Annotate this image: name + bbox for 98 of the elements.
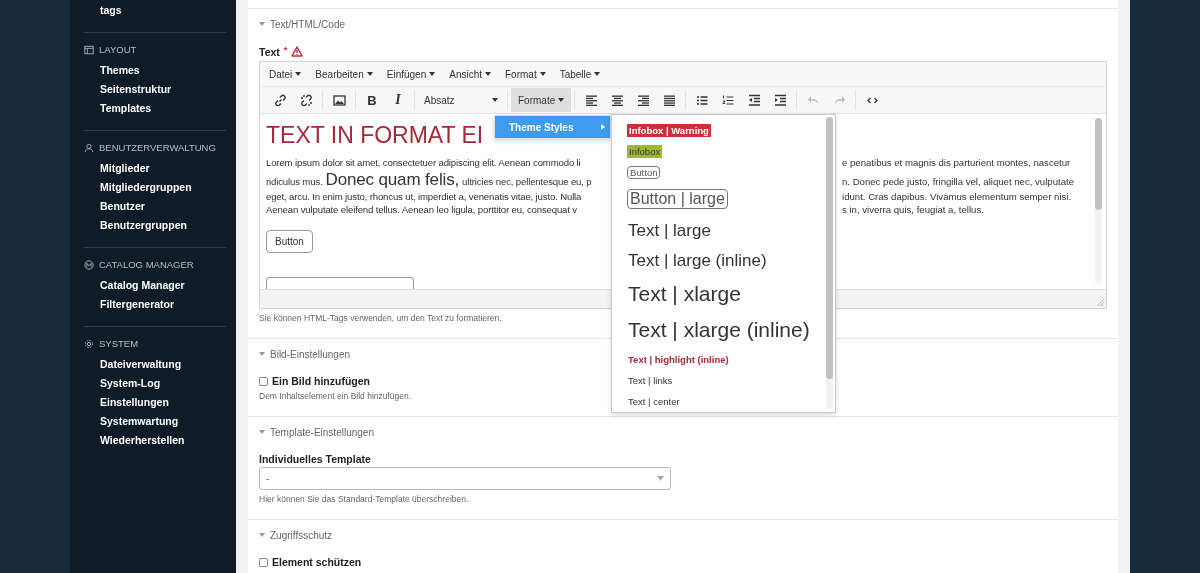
help-text: Dem Inhaltselement ein Bild hinzufügen. — [259, 391, 412, 402]
caret-icon — [594, 72, 601, 76]
resize-grip-icon[interactable] — [1097, 299, 1104, 306]
collapse-icon[interactable] — [259, 351, 265, 357]
field-label: Text — [259, 45, 280, 58]
paragraph-text: e penatibus et magnis dis parturient montes, nascetur — [842, 157, 1071, 168]
sidebar-item[interactable]: Systemwartung — [84, 412, 226, 431]
section-title[interactable]: Zugriffsschutz — [270, 529, 333, 541]
style-option[interactable]: Text | large — [627, 216, 835, 246]
menu-item[interactable]: Einfügen — [381, 68, 441, 80]
required-mark: * — [283, 45, 288, 55]
sidebar-item[interactable]: Benutzergruppen — [84, 216, 226, 235]
caret-icon — [657, 476, 664, 481]
italic-button[interactable]: I — [385, 88, 411, 112]
sidebar-item[interactable]: Wiederherstellen — [84, 431, 226, 450]
style-option[interactable]: Text | center — [627, 391, 835, 412]
scrollbar[interactable] — [1095, 118, 1102, 284]
sidebar-item[interactable]: tags — [84, 4, 122, 16]
sidebar-item[interactable]: Filtergenerator — [84, 295, 226, 314]
paragraph-text: Aenean vulputate eleifend tellus. Aenean leo ligula, porttitor eu, consequat v — [266, 204, 577, 215]
style-option[interactable]: Button — [627, 165, 661, 179]
caret-icon — [539, 72, 546, 76]
align-left-icon[interactable] — [584, 93, 598, 107]
justify-icon[interactable] — [662, 93, 676, 107]
settings-icon — [84, 338, 94, 349]
sidebar-item[interactable]: Mitglieder — [84, 159, 226, 178]
section-title[interactable]: Text/HTML/Code — [270, 18, 346, 30]
menu-item[interactable]: Datei — [264, 68, 307, 80]
help-text: Sie können HTML-Tags verwenden, um den Text zu formatieren. — [259, 313, 502, 324]
indent-icon[interactable] — [773, 93, 787, 107]
unlink-icon[interactable] — [299, 93, 313, 107]
align-right-icon[interactable] — [636, 93, 650, 107]
section-heading: LAYOUT — [99, 44, 137, 55]
style-option[interactable]: Button | large — [627, 189, 728, 209]
checkbox-label: Element schützen — [272, 556, 362, 568]
align-center-icon[interactable] — [610, 93, 624, 107]
image-icon[interactable] — [332, 93, 346, 107]
link-icon[interactable] — [273, 93, 287, 107]
section-heading: SYSTEM — [99, 338, 139, 349]
section-heading: BENUTZERVERWALTUNG — [99, 142, 216, 153]
menu-item[interactable]: Tabelle — [554, 68, 606, 80]
collapse-icon[interactable] — [259, 429, 265, 435]
checkbox[interactable] — [259, 376, 268, 386]
user-icon — [84, 142, 94, 153]
sidebar-item[interactable]: Dateiverwaltung — [84, 355, 226, 374]
sidebar-item[interactable]: Seitenstruktur — [84, 80, 226, 99]
sidebar-item[interactable]: Einstellungen — [84, 393, 226, 412]
section-heading: CATALOG MANAGER — [99, 259, 194, 270]
paragraph-text: ridiculus mus. — [266, 176, 323, 187]
style-option[interactable]: Text | xlarge (inline) — [627, 312, 835, 348]
layout-icon — [84, 44, 94, 55]
paragraph-text: Lorem ipsum dolor sit amet, consectetuer adipiscing elit. Aenean commodo li — [266, 157, 581, 168]
checkbox-label: Ein Bild hinzufügen — [272, 375, 370, 387]
sidebar-item[interactable]: Templates — [84, 99, 226, 118]
caret-icon — [558, 98, 565, 102]
paragraph-text: s in, viverra quis, feugiat a, tellus. — [842, 204, 984, 215]
scrollbar[interactable] — [826, 117, 833, 409]
field-label: Individuelles Template — [259, 453, 371, 465]
formats-button[interactable]: Formate — [511, 88, 572, 112]
style-option[interactable]: Text | highlight (inline) — [627, 348, 835, 370]
style-option[interactable]: Text | large (inline) — [627, 246, 835, 276]
menu-item[interactable]: Ansicht — [444, 68, 496, 80]
sidebar-item[interactable]: Catalog Manager — [84, 276, 226, 295]
sidebar-item[interactable]: Mitgliedergruppen — [84, 178, 226, 197]
caret-icon — [485, 72, 491, 76]
template-select[interactable]: - — [259, 467, 671, 490]
style-option[interactable]: Text | xlarge — [627, 276, 835, 312]
collapse-icon[interactable] — [259, 532, 265, 538]
style-option[interactable]: Infobox | Warning — [627, 123, 711, 137]
heading-text: TEXT IN FORMAT EI — [266, 121, 484, 150]
checkbox[interactable] — [259, 557, 268, 567]
numbered-list-icon[interactable] — [721, 93, 735, 107]
paragraph-text: idunt. Cras dapibus. Vivamus elementum semper nisi. — [842, 191, 1072, 202]
sidebar-item[interactable]: Themes — [84, 61, 226, 80]
menu-item[interactable]: Bearbeiten — [310, 68, 378, 80]
caret-icon — [492, 98, 498, 102]
outdent-icon[interactable] — [747, 93, 761, 107]
bullet-list-icon[interactable] — [695, 93, 709, 107]
paragraph-text: eget, arcu. In enim justo, rhoncus ut, imperdiet a, venenatis vitae, justo. Nulla — [266, 191, 582, 202]
style-option[interactable]: Infobox — [627, 144, 663, 158]
caret-icon — [429, 72, 436, 76]
help-text: Hier können Sie das Standard-Template überschreiben. — [259, 494, 469, 505]
style-option[interactable]: Text | links — [627, 370, 835, 391]
paragraph-text: ultricies nec, pellentesque eu, p — [462, 176, 592, 187]
paragraph-text: Donec quam felis, — [325, 170, 460, 190]
block-format-select[interactable]: Absatz — [418, 88, 504, 112]
sidebar-item[interactable]: System-Log — [84, 374, 226, 393]
submenu-arrow-icon — [601, 124, 605, 130]
paragraph-text: n. Donec pede justo, fringilla vel, aliquet nec, vulputate — [842, 176, 1074, 187]
section-title[interactable]: Bild-Einstellungen — [270, 348, 351, 360]
collapse-icon[interactable] — [259, 21, 265, 27]
caret-icon — [295, 72, 302, 76]
menu-item[interactable]: Format — [500, 68, 551, 80]
sidebar-item[interactable]: Benutzer — [84, 197, 226, 216]
caret-icon — [366, 72, 373, 76]
section-title[interactable]: Template-Einstellungen — [270, 426, 374, 438]
bold-button[interactable]: B — [359, 88, 385, 112]
content-button[interactable]: Button — [266, 230, 313, 253]
